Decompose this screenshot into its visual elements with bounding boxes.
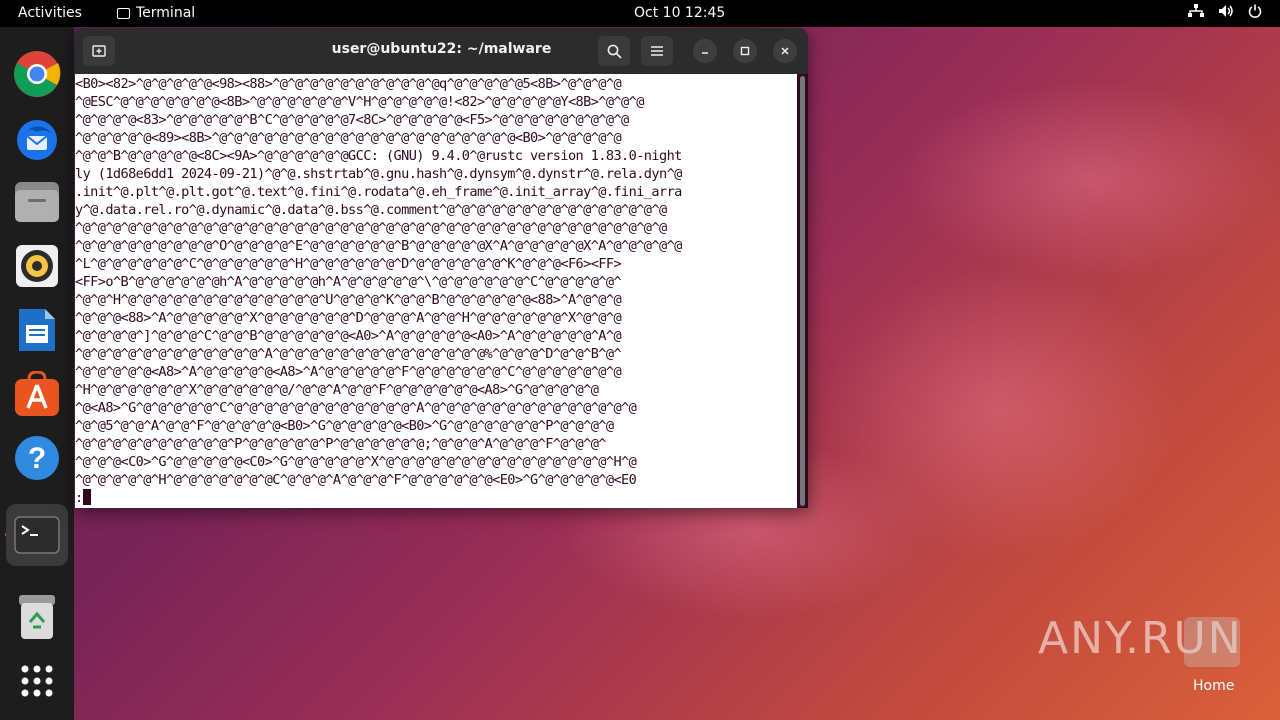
scrollbar[interactable] (797, 74, 808, 508)
terminal-output[interactable]: <B0><82>^@^@^@^@^@<98><88>^@^@^@^@^@^@^@… (75, 74, 797, 508)
pager-prompt[interactable]: : (75, 489, 797, 507)
search-icon[interactable] (598, 36, 630, 66)
volume-icon[interactable] (1218, 4, 1234, 22)
home-folder-icon[interactable] (1184, 617, 1240, 667)
app-center-icon[interactable] (12, 369, 62, 419)
terminal-line: ^@^@^B^@^@^@^@^@<8C><9A>^@^@^@^@^@^@GCC:… (75, 148, 682, 164)
terminal-line: ^@^@^@^@^@^@^@^@^@^O^@^@^@^@^E^@^@^@^@^@… (75, 238, 682, 254)
terminal-line: ^@^@^@<C0>^G^@^@^@^@^@<C0>^G^@^@^@^@^@^X… (75, 454, 637, 470)
dock: ? (0, 27, 74, 720)
chrome-icon[interactable] (12, 49, 62, 99)
terminal-line: ^@^@^@^@^@^@^@^@^@^@^@^@^@^@^@^@^@^@^@^@… (75, 220, 667, 236)
terminal-window: user@ubuntu22: ~/malware <B0><82>^@^@^@^… (75, 28, 808, 508)
writer-icon[interactable] (12, 305, 62, 355)
terminal-line: ^@<A8>^G^@^@^@^@^@^C^@^@^@^@^@^@^@^@^@^@… (75, 400, 637, 416)
terminal-line: ^@^@^@^@^@<89><8B>^@^@^@^@^@^@^@^@^@^@^@… (75, 130, 622, 146)
rhythmbox-icon[interactable] (12, 241, 62, 291)
text-cursor (83, 489, 92, 505)
minimize-button[interactable] (693, 39, 717, 63)
prompt-text: : (75, 490, 84, 506)
app-name-label: Terminal (136, 5, 196, 21)
terminal-line: ^@^@5^@^@^A^@^@^F^@^@^@^@^@<B0>^G^@^@^@^… (75, 418, 614, 434)
terminal-line: y^@.data.rel.ro^@.dynamic^@.data^@.bss^@… (75, 202, 667, 218)
terminal-icon[interactable] (6, 504, 68, 566)
power-icon[interactable] (1248, 4, 1262, 22)
maximize-button[interactable] (733, 39, 757, 63)
scrollbar-thumb[interactable] (800, 76, 805, 506)
terminal-line: ^@^@^@^@^@<A8>^A^@^@^@^@^@<A8>^A^@^@^@^@… (75, 364, 622, 380)
wallpaper-glow-1 (820, 260, 1180, 560)
top-bar: Activities Terminal Oct 10 12:45 (0, 0, 1280, 27)
clock[interactable]: Oct 10 12:45 (634, 5, 725, 21)
thunderbird-icon[interactable] (12, 113, 62, 163)
hamburger-menu-icon[interactable] (641, 36, 673, 66)
terminal-line: ^@^@^@^@<83>^@^@^@^@^@^B^C^@^@^@^@^@7<8C… (75, 112, 629, 128)
help-icon[interactable]: ? (12, 433, 62, 483)
terminal-line: <B0><82>^@^@^@^@^@<98><88>^@^@^@^@^@^@^@… (75, 76, 622, 92)
network-icon[interactable] (1188, 4, 1204, 22)
terminal-line: ^@^@^@^@^@^H^@^@^@^@^@^@^@C^@^@^@^A^@^@^… (75, 472, 637, 488)
system-tray[interactable] (1188, 4, 1262, 22)
terminal-line: ^H^@^@^@^@^@^@^X^@^@^@^@^@^@/^@^@^A^@^@^… (75, 382, 599, 398)
wallpaper-glow-3 (900, 80, 1280, 280)
svg-text:?: ? (28, 442, 46, 475)
terminal-line: <FF>o^B^@^@^@^@^@^@h^A^@^@^@^@^@h^A^@^@^… (75, 274, 622, 290)
terminal-lines: <B0><82>^@^@^@^@^@<98><88>^@^@^@^@^@^@^@… (75, 74, 797, 489)
terminal-line: ^@^@^@^@^]^@^@^@^C^@^@^B^@^@^@^@^@^@<A0>… (75, 328, 622, 344)
terminal-line: .init^@.plt^@.plt.got^@.text^@.fini^@.ro… (75, 184, 682, 200)
window-titlebar[interactable]: user@ubuntu22: ~/malware (75, 28, 808, 74)
show-apps-icon[interactable] (12, 656, 62, 706)
terminal-line: ^@^@^@<88>^A^@^@^@^@^@^X^@^@^@^@^@^@^D^@… (75, 310, 622, 326)
terminal-line: ^@^@^@^@^@^@^@^@^@^@^P^@^@^@^@^@^P^@^@^@… (75, 436, 606, 452)
terminal-small-icon (117, 7, 130, 19)
home-folder-label: Home (1193, 678, 1235, 694)
terminal-line: ly (1d68e6dd1 2024-09-21)^@^@.shstrtab^@… (75, 166, 682, 182)
activities-button[interactable]: Activities (18, 5, 82, 21)
files-icon[interactable] (12, 177, 62, 227)
trash-icon[interactable] (12, 592, 62, 642)
terminal-line: ^L^@^@^@^@^@^@^C^@^@^@^@^@^@^H^@^@^@^@^@… (75, 256, 622, 272)
app-menu[interactable]: Terminal (117, 5, 195, 21)
close-button[interactable] (773, 39, 797, 63)
terminal-line: ^@^@^@^@^@^@^@^@^@^@^@^@^A^@^@^@^@^@^@^@… (75, 346, 622, 362)
terminal-line: ^@^@^H^@^@^@^@^@^@^@^@^@^@^@^@^@^U^@^@^@… (75, 292, 622, 308)
terminal-line: ^@ESC^@^@^@^@^@^@^@<8B>^@^@^@^@^@^@^V^H^… (75, 94, 644, 110)
